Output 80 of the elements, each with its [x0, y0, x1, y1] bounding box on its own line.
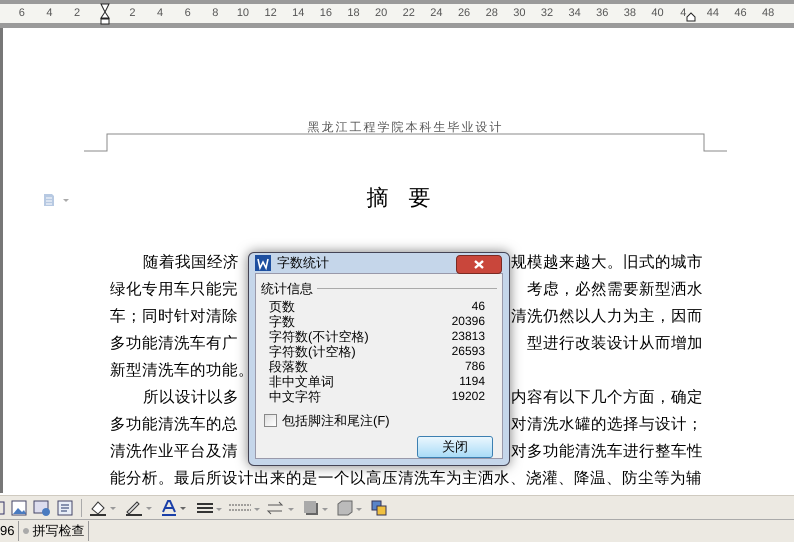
arrow-style-icon[interactable]: [266, 498, 296, 516]
ruler-number: 4: [679, 6, 686, 22]
group-label: 统计信息: [261, 280, 313, 298]
body-text: 对多功能清洗车进行整车性: [511, 442, 703, 462]
ruler-number: 36: [595, 6, 610, 22]
spell-check-button[interactable]: 拼写检查: [19, 521, 90, 541]
ruler-number: 30: [512, 6, 526, 22]
right-indent-marker-icon[interactable]: [686, 12, 696, 22]
footnotes-checkbox[interactable]: 包括脚注和尾注(F): [264, 410, 497, 430]
picture-icon[interactable]: [33, 500, 51, 516]
text-box-icon[interactable]: [57, 500, 75, 516]
body-text: 多功能清洗车的总: [110, 415, 238, 435]
ruler-number: 2: [128, 6, 136, 22]
body-text: 清洗仍然以人力为主，因而: [511, 306, 703, 327]
fill-bucket-icon[interactable]: [88, 498, 118, 516]
stat-label: 段落数: [269, 358, 308, 374]
ruler-number: 22: [402, 6, 416, 22]
ruler-number: 24: [429, 6, 444, 22]
ruler-number: 16: [318, 6, 333, 22]
cube-icon[interactable]: [336, 498, 364, 516]
ruler-number: 6: [184, 6, 192, 22]
stat-label: 中文字符: [269, 388, 321, 404]
close-button[interactable]: [456, 255, 502, 274]
ruler-number: 2: [73, 6, 82, 22]
body-text: 能分析。最后所设计出来的是一个以高压清洗车为主洒水、浇灌、降温、防尘等为辅: [110, 468, 702, 489]
ruler-number: 46: [733, 6, 748, 22]
body-text: 内容有以下几个方面，确定: [511, 388, 703, 408]
app-logo-icon: [255, 255, 271, 271]
ruler-number: 8: [211, 6, 220, 22]
stat-label: 非中文单词: [269, 374, 334, 388]
abstract-title: 摘 要: [366, 184, 431, 212]
frame-icon[interactable]: [0, 500, 5, 516]
ruler-number: 4: [45, 6, 54, 22]
close-dialog-button[interactable]: 关闭: [417, 436, 493, 458]
ruler-number: 26: [456, 6, 472, 22]
body-text: 对清洗水罐的选择与设计；: [511, 415, 703, 435]
ruler-number: 40: [650, 6, 665, 22]
ruler-number: 18: [346, 6, 361, 22]
stat-value: 46: [472, 298, 485, 314]
body-text: 清洗作业平台及清: [110, 442, 238, 462]
stat-label: 字数: [269, 314, 295, 328]
page-header: 黑龙江工程学院本科生毕业设计: [306, 119, 504, 136]
stat-label: 页数: [269, 298, 295, 314]
close-icon: [474, 260, 484, 269]
stat-value: 26593: [452, 344, 485, 358]
body-text: 型进行改装设计从而增加: [527, 334, 703, 354]
ruler-number: 10: [236, 6, 250, 22]
ruler-number: 20: [374, 6, 388, 22]
stat-value: 1194: [459, 374, 485, 388]
indent-marker-icon[interactable]: [100, 2, 110, 24]
ruler-number: 38: [622, 6, 638, 22]
body-text: 绿化专用车只能完: [110, 280, 238, 300]
document-icon: [41, 193, 69, 207]
body-text: 规模越来越大。旧式的城市: [511, 253, 703, 273]
dialog-title: 字数统计: [277, 254, 329, 272]
stat-value: 20396: [452, 314, 485, 328]
stat-value: 786: [464, 358, 485, 374]
ruler-number: 34: [568, 6, 582, 22]
ruler-number: 44: [706, 6, 720, 22]
body-text: 新型清洗车的功能。: [110, 361, 254, 381]
body-text: 车；同时针对清除: [110, 307, 238, 327]
ruler-number: 6: [18, 6, 26, 22]
ruler-number: 12: [263, 6, 278, 22]
pen-icon[interactable]: [124, 498, 154, 516]
body-text: 所以设计以多: [143, 388, 239, 408]
page-count: 96: [0, 521, 20, 541]
stat-label: 字符数(不计空格): [269, 328, 369, 344]
ruler-number: 4: [156, 6, 164, 22]
stat-label: 字符数(计空格): [269, 344, 356, 358]
ruler-number: 28: [484, 6, 499, 22]
stat-value: 23813: [452, 328, 485, 344]
ruler-number: 14: [291, 6, 306, 22]
body-text: 随着我国经济: [143, 252, 239, 273]
body-text: 多功能清洗车有广: [110, 334, 238, 354]
body-text: 考虑，必然需要新型洒水: [527, 280, 703, 300]
ruler-number: 48: [760, 6, 776, 22]
ruler-number: 32: [540, 6, 554, 22]
picture-icon[interactable]: [11, 500, 27, 516]
stat-value: 19202: [452, 388, 485, 404]
shadow-icon[interactable]: [302, 498, 330, 516]
